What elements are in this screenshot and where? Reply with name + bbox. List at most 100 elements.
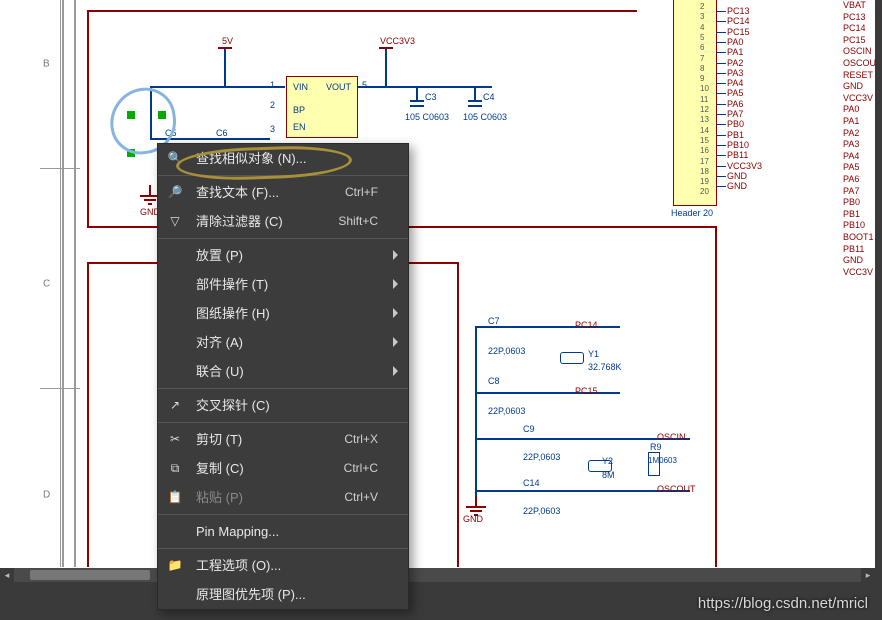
submenu-arrow-icon bbox=[393, 308, 398, 318]
menu-part-ops[interactable]: 部件操作 (T) bbox=[158, 270, 408, 299]
funnel-icon: ▽ bbox=[166, 212, 184, 230]
scroll-right-button[interactable]: ▸ bbox=[861, 568, 875, 582]
pinnum: 1 bbox=[270, 80, 275, 90]
folder-icon: 📁 bbox=[166, 556, 184, 574]
watermark: https://blog.csdn.net/mricl bbox=[698, 595, 868, 612]
cut-icon: ✂ bbox=[166, 430, 184, 448]
pin-vout: VOUT bbox=[326, 82, 351, 92]
header-label: Header 20 bbox=[671, 208, 713, 218]
net-pc15: PC15 bbox=[575, 386, 598, 396]
scroll-left-button[interactable]: ◂ bbox=[0, 568, 14, 582]
menu-label: 工程选项 (O)... bbox=[196, 558, 281, 573]
menu-find-text[interactable]: 🔎 查找文本 (F)... Ctrl+F bbox=[158, 178, 408, 207]
c3-des: C3 bbox=[425, 92, 437, 102]
menu-pin-mapping[interactable]: Pin Mapping... bbox=[158, 517, 408, 546]
header-pin-num: 6 bbox=[700, 43, 704, 52]
menu-label: 原理图优先项 (P)... bbox=[196, 587, 306, 602]
net-oscout: OSCOUT bbox=[657, 484, 696, 494]
header-net-left: PA2 bbox=[727, 58, 743, 68]
menu-paste[interactable]: 📋 粘贴 (P) Ctrl+V bbox=[158, 483, 408, 512]
menu-clear-filter[interactable]: ▽ 清除过滤器 (C) Shift+C bbox=[158, 207, 408, 236]
header-net-right: PA1 bbox=[843, 116, 859, 126]
header-connector[interactable] bbox=[673, 0, 717, 206]
menu-place[interactable]: 放置 (P) bbox=[158, 241, 408, 270]
header-net-right: PA5 bbox=[843, 162, 859, 172]
header-pin-num: 12 bbox=[700, 105, 709, 114]
menu-shortcut: Shift+C bbox=[338, 207, 378, 236]
header-pin-num: 11 bbox=[700, 95, 708, 104]
header-net-right: PA4 bbox=[843, 151, 859, 161]
header-net-right: PA7 bbox=[843, 186, 859, 196]
header-pin-num: 8 bbox=[700, 64, 704, 73]
regulator-chip[interactable]: VIN VOUT BP EN bbox=[286, 76, 358, 138]
y1-val: 32.768K bbox=[588, 362, 622, 372]
wire bbox=[457, 262, 459, 567]
submenu-arrow-icon bbox=[393, 366, 398, 376]
header-net-right: GND bbox=[843, 255, 863, 265]
paste-icon: 📋 bbox=[166, 488, 184, 506]
r9-val: 1M0603 bbox=[648, 456, 677, 465]
menu-label: 清除过滤器 (C) bbox=[196, 214, 283, 229]
header-net-right: RESET bbox=[843, 70, 873, 80]
menu-sheet-ops[interactable]: 图纸操作 (H) bbox=[158, 299, 408, 328]
menu-copy[interactable]: ⧉ 复制 (C) Ctrl+C bbox=[158, 454, 408, 483]
menu-label: 复制 (C) bbox=[196, 461, 244, 476]
header-net-right: PA0 bbox=[843, 104, 859, 114]
header-net-right: VCC3V bbox=[843, 267, 873, 277]
binoculars-icon: 🔎 bbox=[166, 183, 184, 201]
header-net-left: PA1 bbox=[727, 47, 743, 57]
menu-label: 对齐 (A) bbox=[196, 335, 243, 350]
header-net-left: PA4 bbox=[727, 78, 743, 88]
menu-align[interactable]: 对齐 (A) bbox=[158, 328, 408, 357]
header-net-right: PB11 bbox=[843, 244, 864, 254]
menu-label: 放置 (P) bbox=[196, 248, 243, 263]
menu-project-options[interactable]: 📁 工程选项 (O)... bbox=[158, 551, 408, 580]
menu-cut[interactable]: ✂ 剪切 (T) Ctrl+X bbox=[158, 425, 408, 454]
probe-icon: ↗ bbox=[166, 396, 184, 414]
schematic-canvas[interactable]: B C D 5V VCC3V3 VIN VOUT BP E bbox=[0, 0, 875, 568]
menu-cross-probe[interactable]: ↗ 交叉探针 (C) bbox=[158, 391, 408, 420]
header-pin-num: 5 bbox=[700, 33, 704, 42]
wire bbox=[87, 10, 637, 12]
header-net-right: PB1 bbox=[843, 209, 860, 219]
menu-find-similar[interactable]: 🔍 查找相似对象 (N)... bbox=[158, 144, 408, 173]
c8-val: 22P,0603 bbox=[488, 406, 525, 416]
menu-shortcut: Ctrl+X bbox=[344, 425, 378, 454]
y1-des: Y1 bbox=[588, 349, 599, 359]
horizontal-scrollbar[interactable]: ◂ ▸ bbox=[0, 568, 875, 582]
header-pin-num: 18 bbox=[700, 167, 709, 176]
menu-shortcut: Ctrl+V bbox=[344, 483, 378, 512]
header-net-right: PC13 bbox=[843, 12, 866, 22]
search-icon: 🔍 bbox=[166, 149, 184, 167]
ruler-d: D bbox=[43, 490, 50, 501]
header-pin-num: 13 bbox=[700, 115, 709, 124]
c14-val: 22P,0603 bbox=[523, 506, 560, 516]
menu-union[interactable]: 联合 (U) bbox=[158, 357, 408, 386]
menu-sch-prefs[interactable]: 原理图优先项 (P)... bbox=[158, 580, 408, 609]
ruler: B C D bbox=[40, 0, 61, 567]
gnd-label: GND bbox=[463, 514, 483, 524]
header-net-left: PB0 bbox=[727, 119, 744, 129]
header-net-left: VCC3V3 bbox=[727, 161, 762, 171]
header-pin-num: 20 bbox=[700, 187, 709, 196]
header-pin-num: 3 bbox=[700, 12, 704, 21]
border-line2 bbox=[74, 0, 76, 567]
submenu-arrow-icon bbox=[393, 337, 398, 347]
c4-des: C4 bbox=[483, 92, 495, 102]
c7-des: C7 bbox=[488, 316, 500, 326]
header-net-right: PA6 bbox=[843, 174, 859, 184]
header-net-right: PB10 bbox=[843, 220, 865, 230]
pinnum: 3 bbox=[270, 124, 275, 134]
header-net-right: VCC3V bbox=[843, 93, 873, 103]
wire bbox=[87, 262, 89, 567]
net-oscin: OSCIN bbox=[657, 432, 686, 442]
menu-label: 查找文本 (F)... bbox=[196, 185, 279, 200]
menu-separator bbox=[158, 548, 408, 549]
scrollbar-thumb[interactable] bbox=[30, 570, 150, 580]
copy-icon: ⧉ bbox=[166, 459, 184, 477]
context-menu: 🔍 查找相似对象 (N)... 🔎 查找文本 (F)... Ctrl+F ▽ 清… bbox=[157, 143, 409, 610]
header-net-left: PB11 bbox=[727, 150, 748, 160]
net-vcc3v3: VCC3V3 bbox=[380, 36, 415, 46]
header-pin-num: 10 bbox=[700, 84, 709, 93]
crystal-y1[interactable] bbox=[560, 352, 584, 364]
